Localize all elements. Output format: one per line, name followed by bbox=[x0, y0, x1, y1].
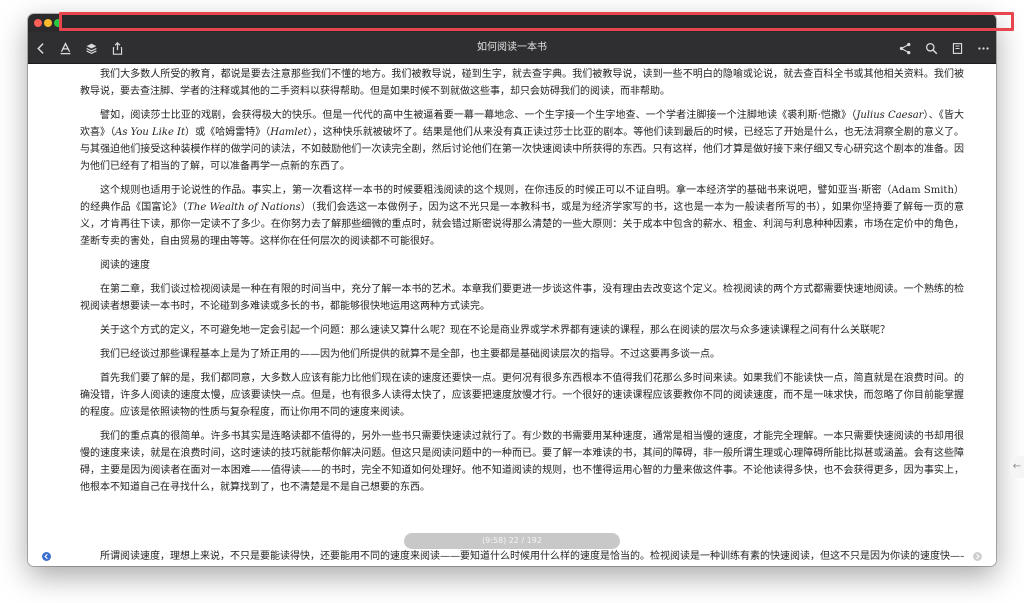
toolbar: 如何阅读一本书 bbox=[28, 32, 996, 64]
paragraph: 我们已经谈过那些课程基本上是为了矫正用的——因为他们所提供的就算不是全部，也主要… bbox=[100, 349, 720, 360]
search-icon[interactable] bbox=[922, 39, 940, 57]
collapse-arrow-icon[interactable]: ← bbox=[1010, 456, 1024, 478]
paragraph: 我们大多数人所受的教育，都说是要去注意那些我们不懂的地方。我们被教导说，碰到生字… bbox=[80, 69, 964, 97]
reading-pane[interactable]: 我们大多数人所受的教育，都说是要去注意那些我们不懂的地方。我们被教导说，碰到生字… bbox=[28, 64, 996, 566]
paragraph: 这个规则也适用于论说性的作品。事实上，第一次看这样一本书的时候要粗浅阅读的这个规… bbox=[80, 185, 965, 247]
close-window-button[interactable] bbox=[34, 19, 42, 27]
book-title: 如何阅读一本书 bbox=[477, 42, 547, 53]
back-icon[interactable] bbox=[32, 39, 50, 57]
more-icon[interactable] bbox=[974, 39, 992, 57]
page-text: 我们大多数人所受的教育，都说是要去注意那些我们不懂的地方。我们被教导说，碰到生字… bbox=[80, 66, 964, 503]
paragraph: 我们的重点真的很简单。许多书其实是连略读都不值得的，另外一些书只需要快速读过就行… bbox=[80, 431, 964, 493]
layers-icon[interactable] bbox=[82, 39, 100, 57]
paragraph: 譬如，阅读莎士比亚的戏剧，会获得极大的快乐。但是一代代的高中生被逼着要一幕一幕地… bbox=[80, 110, 965, 172]
page-indicator: (9:58) 22 / 192 bbox=[404, 533, 620, 549]
paragraph: 首先我们要了解的是，我们都同意，大多数人应该有能力比他们现在读的速度还要快一点。… bbox=[80, 373, 964, 418]
reader-window: 如何阅读一本书 我们大多数人所受的教育，都说是要去注意那些我们不懂的地方。我们被… bbox=[28, 14, 996, 566]
section-heading: 阅读的速度 bbox=[100, 260, 150, 271]
font-icon[interactable] bbox=[56, 39, 74, 57]
minimize-window-button[interactable] bbox=[44, 19, 52, 27]
paragraph: 关于这个方式的定义，不可避免地一定会引起一个问题：那么速读又算什么呢？现在不论是… bbox=[100, 325, 890, 336]
next-page-button[interactable] bbox=[973, 552, 982, 561]
bookmark-icon[interactable] bbox=[948, 39, 966, 57]
paragraph: 所谓阅读速度，理想上来说，不只是要能读得快，还要能用不同的速度来阅读——要知道什… bbox=[100, 551, 964, 562]
paragraph: 在第二章，我们谈过检视阅读是一种在有限的时间当中，充分了解一本书的艺术。本章我们… bbox=[80, 284, 964, 312]
previous-page-button[interactable] bbox=[42, 552, 51, 561]
highlight-box bbox=[59, 12, 1014, 31]
connect-icon[interactable] bbox=[896, 39, 914, 57]
share-icon[interactable] bbox=[108, 39, 126, 57]
